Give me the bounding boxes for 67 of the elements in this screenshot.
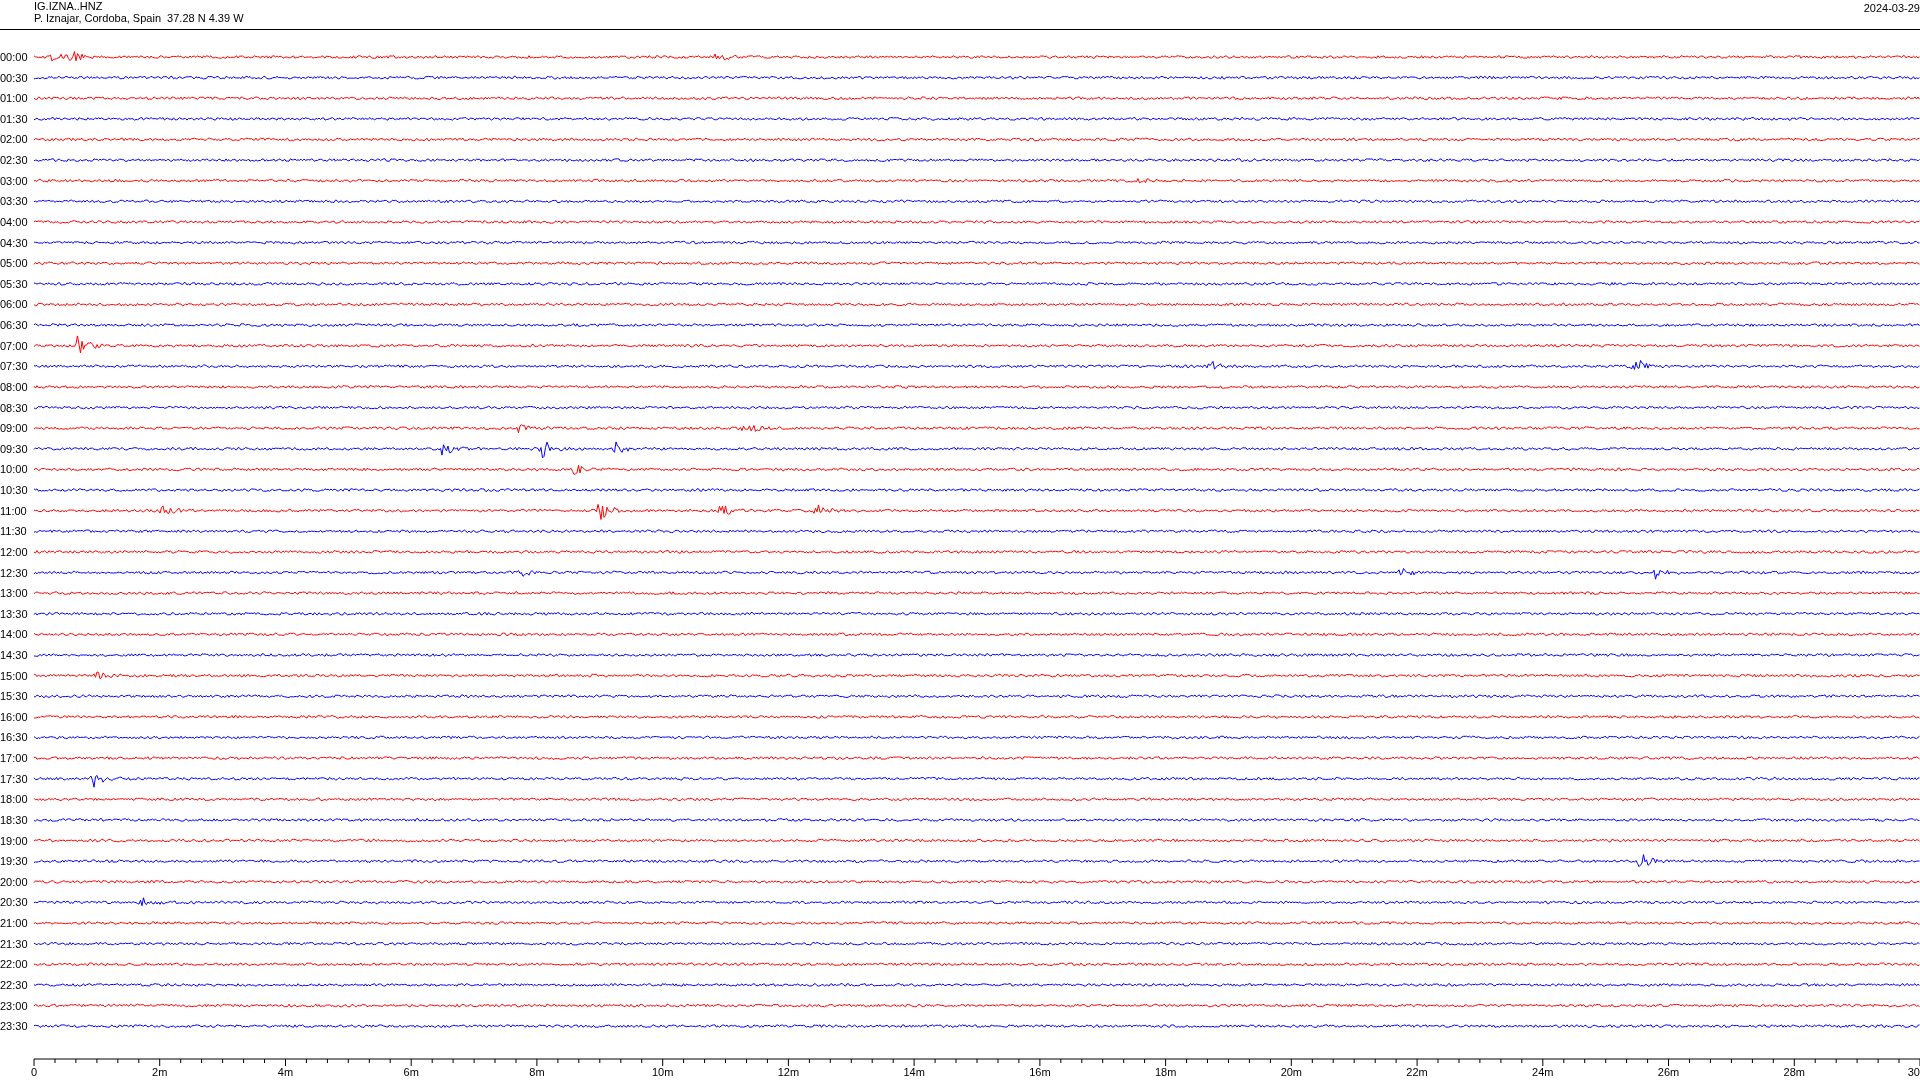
time-label: 20:30 bbox=[0, 896, 28, 909]
time-label: 04:30 bbox=[0, 236, 28, 249]
time-label: 06:00 bbox=[0, 298, 28, 311]
time-label: 08:00 bbox=[0, 380, 28, 393]
tick-label: 14m bbox=[903, 1066, 925, 1078]
station-code: IG.IZNA..HNZ bbox=[34, 0, 104, 12]
time-label: 23:00 bbox=[0, 999, 28, 1012]
time-label: 02:30 bbox=[0, 154, 28, 167]
tick-label: 22m bbox=[1406, 1066, 1428, 1078]
time-label: 14:30 bbox=[0, 649, 28, 661]
time-label: 13:00 bbox=[0, 587, 28, 600]
time-label: 01:00 bbox=[0, 92, 28, 105]
time-label: 17:30 bbox=[0, 772, 28, 785]
time-label: 22:30 bbox=[0, 978, 28, 991]
time-label: 13:30 bbox=[0, 607, 28, 620]
time-label: 03:00 bbox=[0, 174, 28, 187]
time-label: 15:00 bbox=[0, 669, 28, 682]
time-label: 10:30 bbox=[0, 484, 28, 496]
time-label: 01:30 bbox=[0, 112, 28, 125]
tick-label: 20m bbox=[1280, 1066, 1303, 1078]
tick-label: 2m bbox=[152, 1066, 168, 1078]
time-label: 19:30 bbox=[0, 855, 28, 868]
time-label: 07:00 bbox=[0, 339, 28, 352]
time-label: 06:30 bbox=[0, 319, 28, 332]
time-label: 09:00 bbox=[0, 422, 28, 435]
time-label: 09:30 bbox=[0, 442, 28, 455]
time-label: 21:00 bbox=[0, 917, 28, 930]
tick-label: 18m bbox=[1154, 1066, 1177, 1078]
time-label: 12:00 bbox=[0, 545, 28, 558]
time-label: 23:30 bbox=[0, 1020, 28, 1033]
time-label: 15:30 bbox=[0, 690, 28, 703]
tick-label: 0 bbox=[30, 1066, 38, 1078]
time-label: 21:30 bbox=[0, 937, 28, 950]
time-label: 12:30 bbox=[0, 566, 28, 579]
time-label: 02:00 bbox=[0, 133, 28, 146]
tick-label: 8m bbox=[529, 1066, 545, 1078]
time-label: 05:00 bbox=[0, 257, 28, 270]
time-label: 04:00 bbox=[0, 215, 28, 228]
time-label: 08:30 bbox=[0, 401, 28, 414]
time-label: 18:00 bbox=[0, 793, 28, 806]
tick-label: 24m bbox=[1532, 1066, 1554, 1078]
time-label: 20:00 bbox=[0, 875, 28, 888]
time-label: 17:00 bbox=[0, 752, 28, 765]
time-label: 22:00 bbox=[0, 958, 28, 971]
time-label: 00:30 bbox=[0, 71, 28, 84]
tick-label: 30 bbox=[1907, 1066, 1920, 1078]
date-label: 2024-03-29 bbox=[1863, 2, 1920, 14]
time-label: 07:30 bbox=[0, 360, 28, 373]
time-label: 16:00 bbox=[0, 710, 28, 723]
tick-label: 4m bbox=[277, 1066, 294, 1078]
time-label: 19:00 bbox=[0, 834, 28, 847]
tick-label: 10m bbox=[651, 1066, 674, 1078]
tick-label: 6m bbox=[403, 1066, 419, 1078]
time-label: 18:30 bbox=[0, 813, 28, 826]
station-location: P. Iznajar, Cordoba, Spain 37.28 N 4.39 W bbox=[34, 12, 244, 24]
tick-label: 16m bbox=[1029, 1066, 1051, 1078]
time-label: 05:30 bbox=[0, 277, 28, 290]
time-label: 00:00 bbox=[0, 51, 28, 63]
time-label: 11:00 bbox=[0, 504, 27, 517]
time-label: 03:30 bbox=[0, 195, 28, 208]
tick-label: 26m bbox=[1657, 1066, 1680, 1078]
tick-label: 28m bbox=[1783, 1066, 1805, 1078]
time-label: 16:30 bbox=[0, 731, 28, 744]
time-label: 11:30 bbox=[0, 525, 27, 538]
time-label: 14:00 bbox=[0, 628, 28, 641]
time-label: 10:00 bbox=[0, 463, 28, 476]
tick-label: 12m bbox=[777, 1066, 800, 1078]
